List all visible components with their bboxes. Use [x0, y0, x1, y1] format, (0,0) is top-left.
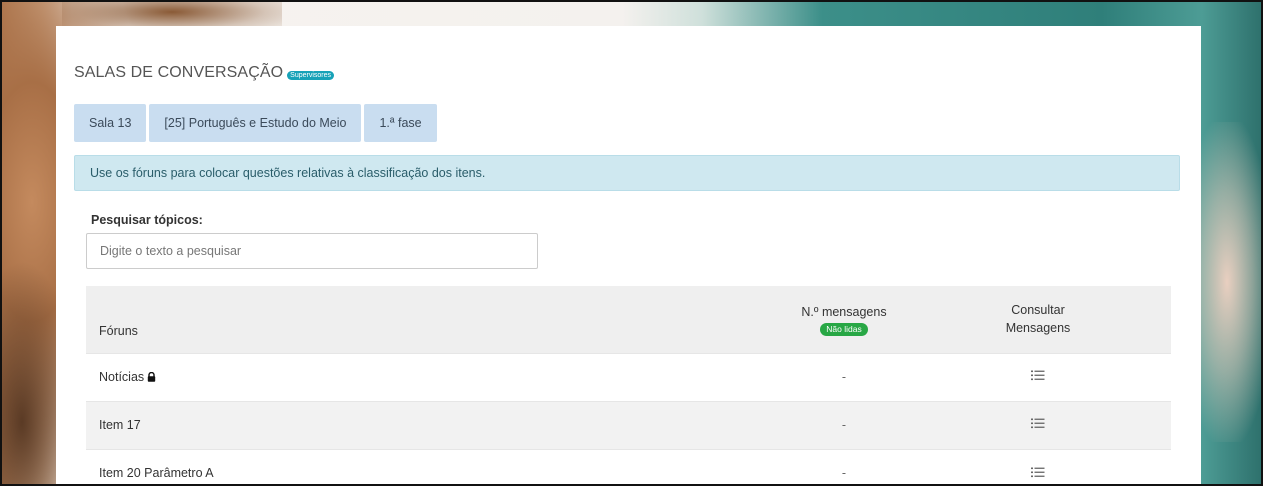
table-row: Item 20 Parâmetro A -: [86, 448, 1171, 484]
search-label: Pesquisar tópicos:: [91, 213, 203, 227]
header-view-messages: Consultar Mensagens: [905, 286, 1171, 353]
list-icon[interactable]: [1031, 418, 1045, 432]
view-cell: [905, 400, 1171, 449]
forums-table: Fóruns N.º mensagens Não lidas Consultar…: [86, 286, 1171, 484]
view-cell: [905, 448, 1171, 484]
forum-cell: Notícias: [86, 352, 783, 401]
table-header-row: Fóruns N.º mensagens Não lidas Consultar…: [86, 286, 1171, 353]
breadcrumb-room[interactable]: Sala 13: [74, 104, 147, 142]
view-cell: [905, 352, 1171, 401]
message-count: -: [783, 448, 905, 484]
table-row: Notícias -: [86, 352, 1171, 401]
list-icon[interactable]: [1031, 370, 1045, 384]
breadcrumb-phase[interactable]: 1.ª fase: [364, 104, 437, 142]
unread-badge: Não lidas: [820, 322, 868, 336]
list-icon[interactable]: [1031, 467, 1045, 481]
info-alert: Use os fóruns para colocar questões rela…: [74, 155, 1180, 191]
search-input[interactable]: [86, 233, 538, 269]
title-row: SALAS DE CONVERSAÇÃO Supervisores: [74, 64, 335, 82]
header-view-line1: Consultar: [1011, 303, 1065, 318]
main-panel: SALAS DE CONVERSAÇÃO Supervisores Sala 1…: [56, 26, 1201, 484]
role-badge: Supervisores: [287, 70, 335, 80]
header-count-label: N.º mensagens: [801, 304, 887, 319]
message-count: -: [783, 400, 905, 449]
header-forums: Fóruns: [86, 286, 783, 353]
forum-cell: Item 20 Parâmetro A: [86, 448, 783, 484]
lock-icon: [147, 371, 156, 385]
forum-cell: Item 17: [86, 400, 783, 449]
breadcrumb: Sala 13 [25] Português e Estudo do Meio …: [74, 104, 437, 142]
page-title: SALAS DE CONVERSAÇÃO: [74, 64, 284, 81]
forum-name[interactable]: Item 20 Parâmetro A: [99, 466, 214, 480]
window-frame: SALAS DE CONVERSAÇÃO Supervisores Sala 1…: [0, 0, 1263, 486]
message-count: -: [783, 352, 905, 401]
forum-name[interactable]: Item 17: [99, 418, 141, 432]
table-row: Item 17 -: [86, 400, 1171, 449]
breadcrumb-subject[interactable]: [25] Português e Estudo do Meio: [149, 104, 362, 142]
forum-name[interactable]: Notícias: [99, 370, 144, 384]
header-view-line2: Mensagens: [1005, 321, 1071, 336]
header-message-count: N.º mensagens Não lidas: [783, 286, 905, 353]
